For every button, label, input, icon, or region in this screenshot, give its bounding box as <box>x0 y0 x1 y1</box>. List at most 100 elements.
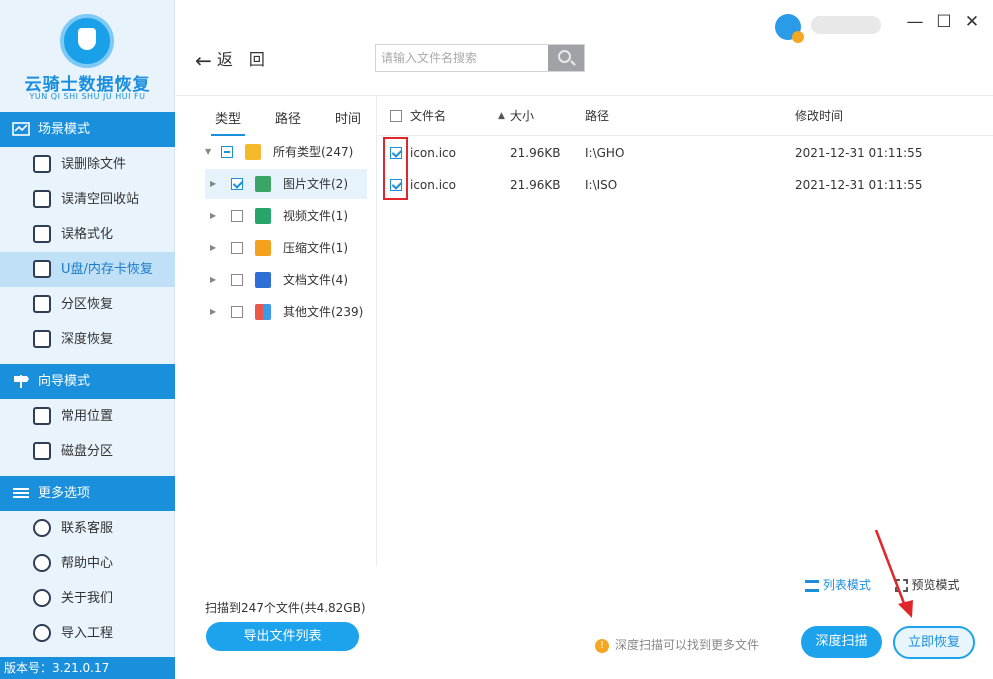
sidebar-item-format[interactable]: 误格式化 <box>0 217 175 252</box>
search-icon <box>558 50 571 63</box>
checkbox-other-files[interactable] <box>231 306 243 318</box>
list-mode-button[interactable]: 列表模式 <box>823 578 871 592</box>
preview-mode-button[interactable]: 预览模式 <box>912 578 960 592</box>
column-modified[interactable]: 修改时间 <box>795 96 843 136</box>
sidebar-item-label: 误格式化 <box>61 227 114 242</box>
expand-down-icon[interactable]: ▼ <box>205 137 211 167</box>
checkbox-select-all[interactable] <box>390 110 402 122</box>
expand-right-icon[interactable]: ▶ <box>210 233 216 263</box>
app-logo: 云骑士数据恢复 YUN QI SHI SHU JU HUI FU <box>0 0 175 112</box>
sidebar-item-import-project[interactable]: 导入工程 <box>0 616 175 651</box>
sidebar-item-recycle-bin[interactable]: 误清空回收站 <box>0 182 175 217</box>
sidebar-item-label: 磁盘分区 <box>61 444 114 459</box>
tree-item-label: 压缩文件(1) <box>283 241 348 255</box>
sidebar-item-disk-partition[interactable]: 磁盘分区 <box>0 434 175 469</box>
tree-item-label: 文档文件(4) <box>283 273 348 287</box>
warning-icon: ! <box>595 638 609 653</box>
tree-item-images[interactable]: ▶ 图片文件(2) <box>205 169 367 199</box>
checkbox-videos[interactable] <box>231 210 243 222</box>
format-icon <box>33 225 51 243</box>
other-files-icon <box>255 304 271 320</box>
header: ← 返 回 — ☐ ✕ <box>175 0 993 95</box>
search-button[interactable] <box>548 45 584 71</box>
sidebar-item-deep-recovery[interactable]: 深度恢复 <box>0 322 175 357</box>
file-size: 21.96KB <box>510 146 561 160</box>
back-button[interactable]: ← 返 回 <box>195 46 265 73</box>
sidebar-item-partition[interactable]: 分区恢复 <box>0 287 175 322</box>
file-row[interactable]: icon.ico 21.96KB I:\GHO 2021-12-31 01:11… <box>378 137 993 169</box>
annotation-highlight-box <box>383 137 408 200</box>
expand-right-icon[interactable]: ▶ <box>210 201 216 231</box>
tip-text: 深度扫描可以找到更多文件 <box>615 638 760 652</box>
sidebar-item-common-location[interactable]: 常用位置 <box>0 399 175 434</box>
section-label: 场景模式 <box>38 122 91 137</box>
maximize-button[interactable]: ☐ <box>933 12 955 32</box>
sidebar-item-label: 导入工程 <box>61 626 114 641</box>
expand-right-icon[interactable]: ▶ <box>210 297 216 327</box>
tree-item-all-types[interactable]: ▼ 所有类型(247) <box>205 137 367 167</box>
checkbox-documents[interactable] <box>231 274 243 286</box>
folder-icon <box>245 144 261 160</box>
file-size: 21.96KB <box>510 178 561 192</box>
file-row[interactable]: icon.ico 21.96KB I:\ISO 2021-12-31 01:11… <box>378 169 993 201</box>
deep-scan-tip: ! 深度扫描可以找到更多文件 <box>595 636 759 653</box>
tree-item-documents[interactable]: ▶ 文档文件(4) <box>205 265 367 295</box>
sidebar-item-label: 常用位置 <box>61 409 114 424</box>
knight-logo-icon <box>60 14 114 68</box>
checkbox-archives[interactable] <box>231 242 243 254</box>
deep-scan-button[interactable]: 深度扫描 <box>801 626 882 658</box>
file-path: I:\GHO <box>585 146 625 160</box>
document-icon <box>255 272 271 288</box>
list-mode-icon <box>805 579 819 592</box>
sidebar-item-deleted-files[interactable]: 误删除文件 <box>0 147 175 182</box>
file-path: I:\ISO <box>585 178 618 192</box>
sidebar-item-label: 关于我们 <box>61 591 114 606</box>
about-icon <box>33 589 51 607</box>
export-file-list-button[interactable]: 导出文件列表 <box>206 622 359 651</box>
sidebar-item-label: 误删除文件 <box>61 157 127 172</box>
help-icon <box>33 554 51 572</box>
disk-partition-icon <box>33 442 51 460</box>
close-button[interactable]: ✕ <box>961 12 983 32</box>
tab-time[interactable]: 时间 <box>335 108 361 127</box>
tree-item-label: 所有类型(247) <box>273 145 354 159</box>
image-icon <box>255 176 271 192</box>
sidebar-item-label: 分区恢复 <box>61 297 114 312</box>
column-name[interactable]: 文件名 <box>410 96 446 136</box>
sidebar-item-about[interactable]: 关于我们 <box>0 581 175 616</box>
sidebar: 云骑士数据恢复 YUN QI SHI SHU JU HUI FU 场景模式 误删… <box>0 0 175 679</box>
scene-icon <box>12 122 30 136</box>
tab-type[interactable]: 类型 <box>210 108 246 136</box>
vip-badge-icon <box>792 31 804 43</box>
column-path[interactable]: 路径 <box>585 96 609 136</box>
recover-now-button[interactable]: 立即恢复 <box>893 626 975 659</box>
sidebar-item-label: 联系客服 <box>61 521 114 536</box>
common-location-icon <box>33 407 51 425</box>
scan-summary: 扫描到247个文件(共4.82GB) <box>205 601 366 615</box>
minimize-button[interactable]: — <box>904 12 926 32</box>
tree-item-other-files[interactable]: ▶ 其他文件(239) <box>205 297 367 327</box>
tree-item-videos[interactable]: ▶ 视频文件(1) <box>205 201 367 231</box>
sidebar-item-customer-service[interactable]: 联系客服 <box>0 511 175 546</box>
expand-right-icon[interactable]: ▶ <box>210 169 216 199</box>
user-name-blurred <box>811 16 881 34</box>
file-modified: 2021-12-31 01:11:55 <box>795 146 923 160</box>
sidebar-item-help-center[interactable]: 帮助中心 <box>0 546 175 581</box>
user-avatar[interactable] <box>775 14 804 43</box>
tree-item-archives[interactable]: ▶ 压缩文件(1) <box>205 233 367 263</box>
expand-right-icon[interactable]: ▶ <box>210 265 216 295</box>
main-content: 类型 路径 时间 ▼ 所有类型(247) ▶ 图片文件(2) ▶ 视频文件(1)… <box>175 95 993 679</box>
column-size[interactable]: 大小 <box>510 96 534 136</box>
sidebar-item-label: U盘/内存卡恢复 <box>61 262 153 277</box>
usb-card-icon <box>33 260 51 278</box>
checkbox-images[interactable] <box>231 178 243 190</box>
sidebar-item-usb-card[interactable]: U盘/内存卡恢复 <box>0 252 175 287</box>
search-input[interactable] <box>376 45 548 71</box>
checkbox-all-types[interactable] <box>221 146 233 158</box>
list-header: 文件名 ▲ 大小 路径 修改时间 <box>378 96 993 136</box>
tab-path[interactable]: 路径 <box>275 108 301 127</box>
tree-item-label: 其他文件(239) <box>283 305 364 319</box>
archive-icon <box>255 240 271 256</box>
sort-up-icon[interactable]: ▲ <box>498 96 505 136</box>
video-icon <box>255 208 271 224</box>
